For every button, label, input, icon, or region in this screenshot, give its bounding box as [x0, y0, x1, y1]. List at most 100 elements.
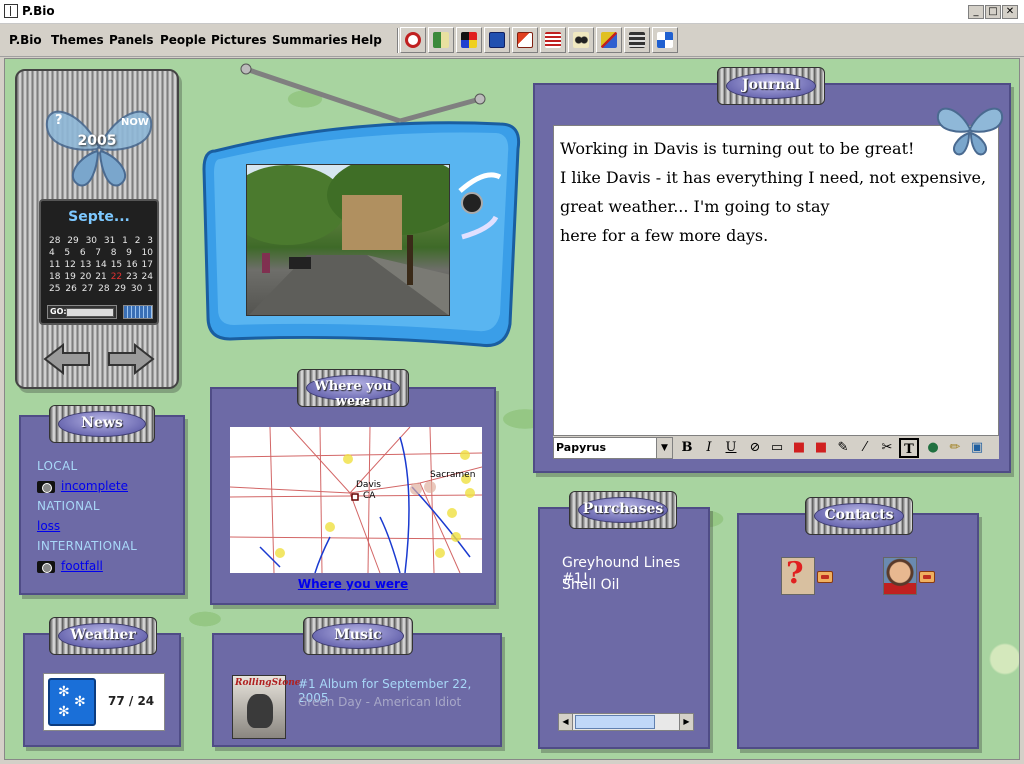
underline-button[interactable]: U: [721, 438, 741, 458]
calendar-day[interactable]: 30: [86, 235, 97, 247]
calendar-day[interactable]: 16: [126, 259, 137, 271]
calendar-day[interactable]: 22: [111, 271, 122, 283]
font-select[interactable]: Papyrus ▼: [553, 437, 673, 459]
calendar-day[interactable]: 3: [147, 235, 153, 247]
scroll-left-icon[interactable]: ◀: [559, 714, 573, 730]
scissors-icon[interactable]: ✂: [877, 438, 897, 458]
contact-unknown-avatar[interactable]: ?: [781, 556, 815, 595]
toolbar-footprints-button[interactable]: [568, 27, 594, 53]
menu-help[interactable]: Help: [351, 33, 382, 47]
calendar-day[interactable]: 25: [49, 283, 60, 295]
toolbar-refresh-button[interactable]: [400, 27, 426, 53]
journal-text[interactable]: Working in Davis is turning out to be gr…: [560, 134, 990, 250]
news-national-link[interactable]: loss: [37, 519, 60, 533]
calendar-day[interactable]: 18: [49, 271, 60, 283]
calendar-day[interactable]: 9: [126, 247, 132, 259]
contact-person-avatar[interactable]: [883, 557, 917, 595]
paint-icon[interactable]: ●: [923, 438, 943, 458]
highlight-color-icon[interactable]: ■: [811, 438, 831, 458]
calendar-day[interactable]: 12: [64, 259, 75, 271]
calendar-day[interactable]: 7: [95, 247, 101, 259]
calendar-day[interactable]: 30: [131, 283, 142, 295]
calendar-day[interactable]: 27: [82, 283, 93, 295]
pen-icon[interactable]: ✎: [833, 438, 853, 458]
calendar-day[interactable]: 1: [147, 283, 153, 295]
minimize-button[interactable]: _: [968, 5, 984, 19]
journal-editor[interactable]: Working in Davis is turning out to be gr…: [553, 125, 999, 459]
menu-people[interactable]: People: [160, 33, 206, 47]
bold-button[interactable]: B: [677, 438, 697, 458]
book-map-icon: [433, 32, 449, 48]
calendar-day[interactable]: 1: [122, 235, 128, 247]
news-international-link[interactable]: footfall: [61, 559, 103, 573]
calendar-day[interactable]: 8: [111, 247, 117, 259]
calendar-day[interactable]: 5: [64, 247, 70, 259]
map-title: Where you were: [314, 379, 392, 409]
calendar-day[interactable]: 13: [80, 259, 91, 271]
calendar-day[interactable]: 28: [98, 283, 109, 295]
italic-button[interactable]: I: [699, 438, 719, 458]
menu-pictures[interactable]: Pictures: [211, 33, 267, 47]
purchases-scrollbar[interactable]: ◀ ▶: [558, 713, 694, 731]
text-color-icon[interactable]: ■: [789, 438, 809, 458]
next-arrow-icon[interactable]: [103, 341, 159, 377]
menu-themes[interactable]: Themes: [51, 33, 104, 47]
text-mode-icon[interactable]: T: [899, 438, 919, 458]
menu-pbio[interactable]: P.Bio: [9, 33, 42, 47]
calendar-day[interactable]: 14: [95, 259, 106, 271]
go-label: GO:: [50, 307, 67, 316]
album-cover[interactable]: RollingStone: [232, 675, 301, 739]
calendar-day[interactable]: 31: [104, 235, 115, 247]
scroll-thumb[interactable]: [575, 715, 655, 729]
calendar-grid-button[interactable]: [123, 305, 153, 319]
where-you-were-link[interactable]: Where you were: [212, 577, 494, 591]
calendar-day[interactable]: 4: [49, 247, 55, 259]
calendar-day[interactable]: 23: [126, 271, 137, 283]
purchase-item[interactable]: Shell Oil: [562, 577, 619, 593]
calendar-day[interactable]: 2: [135, 235, 141, 247]
menu-panels[interactable]: Panels: [109, 33, 154, 47]
news-local-link[interactable]: incomplete: [61, 479, 128, 493]
toolbar-colors-button[interactable]: [456, 27, 482, 53]
calendar-day[interactable]: 15: [111, 259, 122, 271]
menu-summaries[interactable]: Summaries: [272, 33, 348, 47]
link-icon[interactable]: ⊘: [745, 438, 765, 458]
chevron-down-icon[interactable]: ▼: [656, 438, 672, 458]
calendar-grid: 28 29 30 31 1 2 3 4 5 6 7 8 9 10 11 12 13 14 15 16 17 18 19 20 2…: [49, 235, 153, 295]
close-button[interactable]: ✕: [1002, 5, 1018, 19]
go-date-input[interactable]: [66, 308, 114, 317]
toolbar-layout-button[interactable]: [624, 27, 650, 53]
strike-icon[interactable]: ⁄: [855, 438, 875, 458]
calendar-help-button[interactable]: ?: [55, 113, 63, 128]
toolbar-chart-button[interactable]: [596, 27, 622, 53]
phone-icon[interactable]: [817, 571, 833, 583]
toolbar-save-button[interactable]: [484, 27, 510, 53]
calendar-day[interactable]: 6: [80, 247, 86, 259]
calendar-now-button[interactable]: NOW: [121, 117, 149, 128]
previous-arrow-icon[interactable]: [39, 341, 95, 377]
calendar-day[interactable]: 10: [142, 247, 153, 259]
calendar-day[interactable]: 21: [95, 271, 106, 283]
calendar-day[interactable]: 26: [65, 283, 76, 295]
toolbar-windows-button[interactable]: [512, 27, 538, 53]
calendar-day[interactable]: 29: [67, 235, 78, 247]
map-image[interactable]: Davis CA Sacramen: [230, 427, 482, 573]
street-photo[interactable]: [246, 164, 450, 316]
calendar-day[interactable]: 17: [142, 259, 153, 271]
marker-icon[interactable]: ✏: [945, 438, 965, 458]
toolbar-panels-button[interactable]: [652, 27, 678, 53]
calendar-day[interactable]: 11: [49, 259, 60, 271]
toolbar-book-button[interactable]: [428, 27, 454, 53]
calendar-day[interactable]: 20: [80, 271, 91, 283]
maximize-button[interactable]: □: [985, 5, 1001, 19]
phone-icon[interactable]: [919, 571, 935, 583]
calendar-day[interactable]: 28: [49, 235, 60, 247]
scroll-right-icon[interactable]: ▶: [679, 714, 693, 730]
calendar-day[interactable]: 29: [115, 283, 126, 295]
calendar-day[interactable]: 19: [64, 271, 75, 283]
box-icon[interactable]: ▭: [767, 438, 787, 458]
toolbar-list-button[interactable]: [540, 27, 566, 53]
image-icon[interactable]: ▣: [967, 438, 987, 458]
calendar-day[interactable]: 24: [142, 271, 153, 283]
calendar-month[interactable]: Septe...: [41, 209, 157, 225]
